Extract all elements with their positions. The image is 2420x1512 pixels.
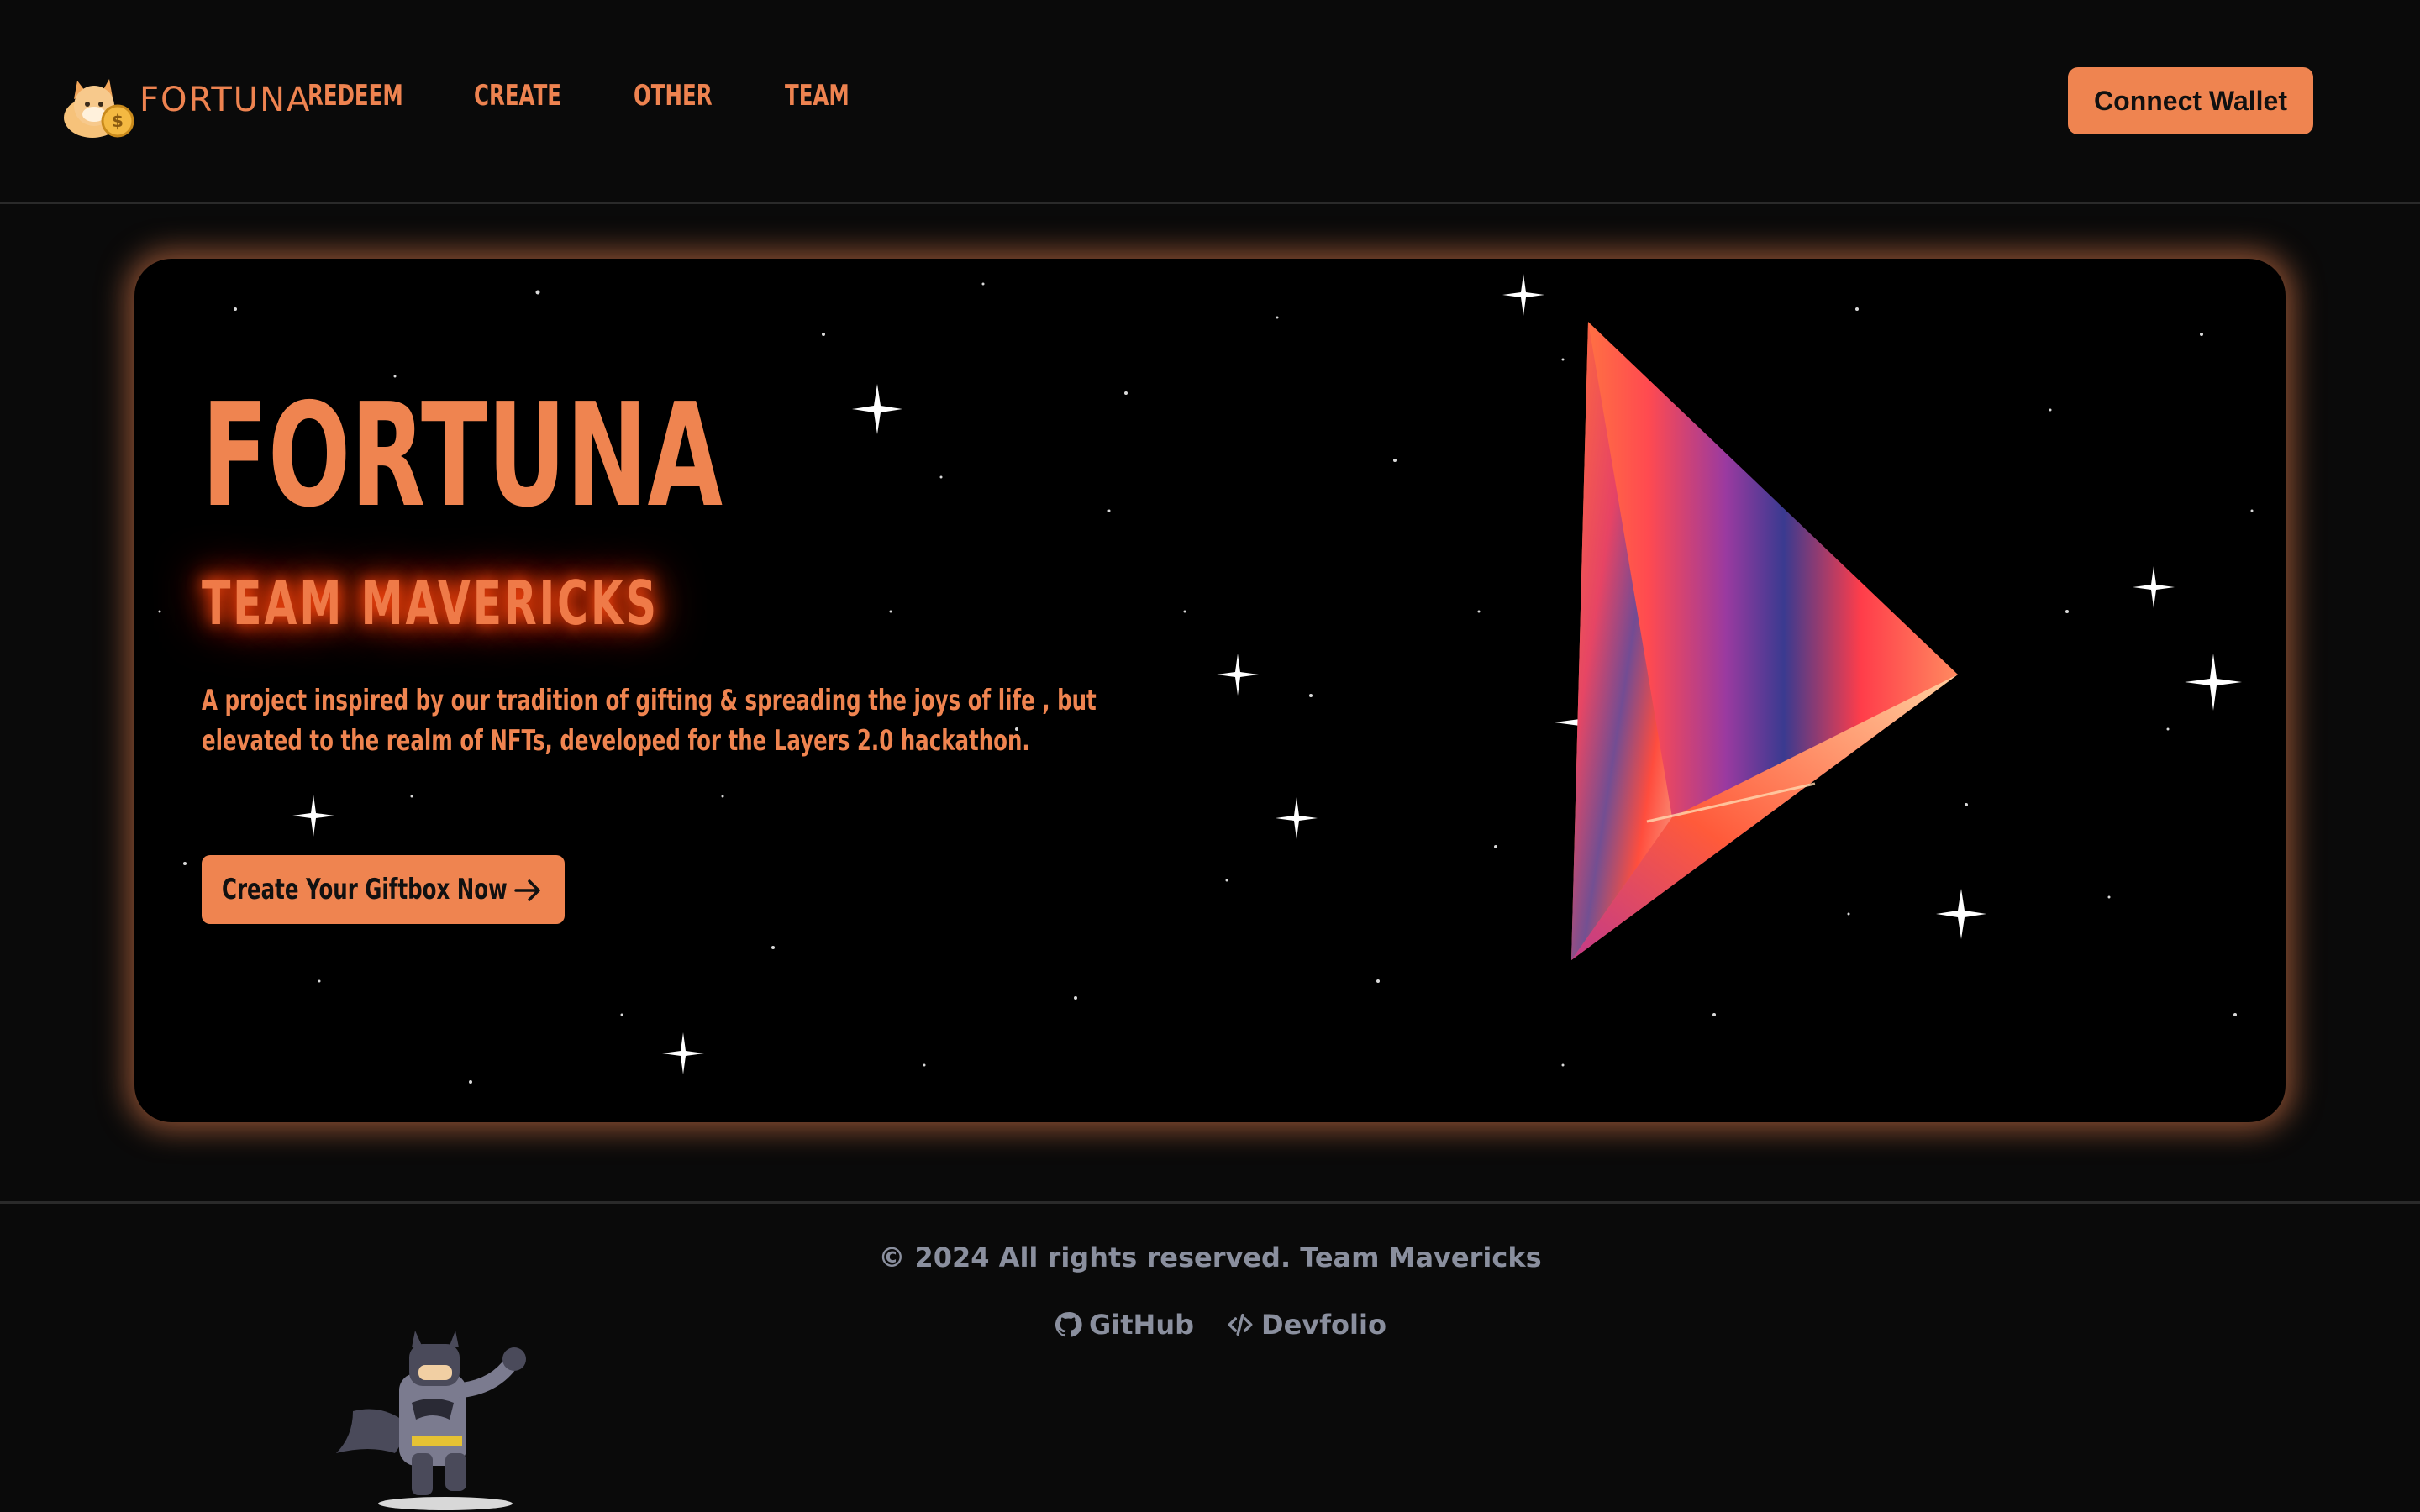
devfolio-label: Devfolio: [1261, 1309, 1386, 1341]
devfolio-link[interactable]: Devfolio: [1226, 1309, 1386, 1341]
nav-redeem[interactable]: REDEEM: [308, 79, 403, 113]
connect-wallet-button[interactable]: Connect Wallet: [2068, 67, 2313, 134]
prism-pyramid-illustration: [1571, 322, 1958, 960]
copyright-text: © 2024 All rights reserved. Team Maveric…: [878, 1242, 1542, 1273]
create-giftbox-button[interactable]: Create Your Giftbox Now: [202, 855, 565, 924]
create-giftbox-label: Create Your Giftbox Now: [222, 873, 508, 906]
arrow-right-icon: [514, 879, 540, 901]
hero-subtitle: TEAM MAVERICKS: [202, 568, 659, 638]
top-navbar: $ FORTUNA REDEEM CREATE OTHER TEAM Conne…: [0, 0, 2420, 204]
fortuna-logo[interactable]: $ FORTUNA: [59, 66, 309, 141]
shiba-coin-icon: $: [64, 79, 134, 138]
svg-text:$: $: [112, 111, 124, 131]
footer-divider: [0, 1201, 2420, 1204]
logo-wordmark: FORTUNA: [139, 81, 312, 119]
nav-create[interactable]: CREATE: [474, 79, 561, 113]
github-label: GitHub: [1089, 1309, 1194, 1341]
footer-links: GitHub Devfolio: [1054, 1309, 1386, 1341]
hero-title: FORTUNA: [202, 373, 723, 539]
hero-card: FORTUNA TEAM MAVERICKS A project inspire…: [134, 259, 2286, 1122]
github-link[interactable]: GitHub: [1054, 1309, 1194, 1341]
github-icon: [1055, 1312, 1082, 1337]
nav-other[interactable]: OTHER: [634, 79, 713, 113]
batman-mascot: [336, 1331, 526, 1510]
nav-team[interactable]: TEAM: [785, 79, 850, 113]
hero-description: A project inspired by our tradition of g…: [202, 684, 1097, 758]
code-icon: [1228, 1313, 1253, 1336]
